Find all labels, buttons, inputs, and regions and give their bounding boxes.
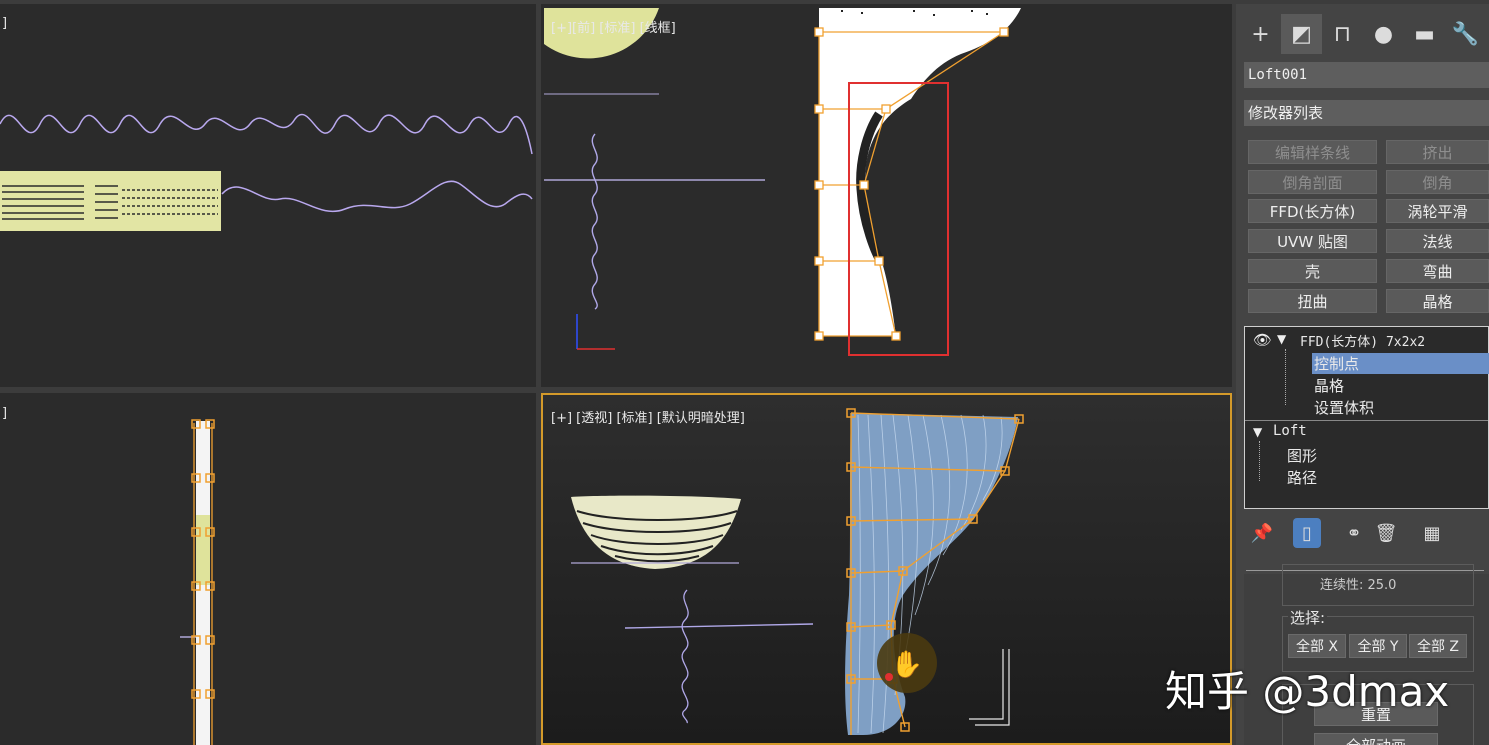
motion-icon[interactable]: ● [1363,14,1404,54]
tree-connector [1259,441,1286,481]
command-panel-tabs: + ◩ ⊓ ● ▬ 🔧 [1240,14,1489,54]
viewport-front[interactable]: [+][前] [标准] [线框] [541,4,1232,387]
eye-icon[interactable]: 👁 [1253,331,1272,349]
select-group-title: 选择: [1288,607,1328,628]
stack-divider [1245,420,1488,421]
configure-modifier-sets-icon[interactable]: ▦ [1418,518,1446,548]
show-end-result-icon[interactable]: ▯ [1293,518,1321,548]
perspective-scene: ✋ [571,408,1024,735]
modifier-button-twist[interactable]: 扭曲 [1248,289,1377,313]
remove-modifier-trash-icon[interactable]: 🗑 [1372,518,1400,548]
modifier-button-turbosmooth[interactable]: 涡轮平滑 [1386,199,1489,223]
viewport-perspective[interactable]: [+] [透视] [标准] [默认明暗处理] ✋ [541,393,1232,745]
watermark: 知乎 @3dmax [1165,667,1450,716]
expand-triangle-icon[interactable]: ▼ [1253,425,1262,439]
modify-icon[interactable]: ◩ [1281,14,1322,54]
utilities-wrench-icon[interactable]: 🔧 [1445,14,1486,54]
modifier-list-dropdown[interactable]: 修改器列表 [1244,100,1489,126]
stack-item-loft[interactable]: Loft [1273,423,1307,439]
modifier-button-ffd-box[interactable]: FFD(长方体) [1248,199,1377,223]
select-all-z-button[interactable]: 全部 Z [1409,634,1467,658]
viewport-top-left[interactable]: ] [0,4,536,387]
tree-connector [1285,349,1312,405]
viewport-label[interactable]: [+][前] [标准] [线框] [551,17,676,36]
create-plus-icon[interactable]: + [1240,14,1281,54]
modifier-button-shell[interactable]: 壳 [1248,259,1377,283]
stack-item-ffd[interactable]: FFD(长方体) 7x2x2 [1300,331,1425,350]
modifier-button-extrude[interactable]: 挤出 [1386,140,1489,164]
viewport-left[interactable]: ] [0,393,536,745]
modifier-button-bevel-profile[interactable]: 倒角剖面 [1248,170,1377,194]
pin-stack-icon[interactable]: 📌 [1248,518,1276,548]
animate-all-button[interactable]: 全部动画 [1314,733,1438,745]
modifier-button-uvw-map[interactable]: UVW 贴图 [1248,229,1377,253]
expand-triangle-icon[interactable]: ▼ [1277,332,1286,346]
select-all-x-button[interactable]: 全部 X [1288,634,1346,658]
select-all-y-button[interactable]: 全部 Y [1349,634,1407,658]
modifier-button-bend[interactable]: 弯曲 [1386,259,1489,283]
stack-item-set-volume[interactable]: 设置体积 [1314,397,1374,418]
modifier-stack: 👁 ▼ FFD(长方体) 7x2x2 控制点 晶格 设置体积 ▼ Loft 图形… [1244,326,1489,509]
hand-cursor-icon: ✋ [891,649,923,680]
wave-curves [0,113,533,231]
stack-item-control-points[interactable]: 控制点 [1312,353,1489,374]
make-unique-icon[interactable]: ⚭ [1340,518,1368,548]
modifier-button-bevel[interactable]: 倒角 [1386,170,1489,194]
object-name-field[interactable]: Loft001 [1244,62,1489,88]
hierarchy-icon[interactable]: ⊓ [1322,14,1363,54]
modifier-button-normal[interactable]: 法线 [1386,229,1489,253]
stack-item-path[interactable]: 路径 [1287,467,1317,488]
front-view-scene [544,8,1021,356]
stack-item-lattice[interactable]: 晶格 [1314,375,1344,396]
command-panel: + ◩ ⊓ ● ▬ 🔧 Loft001 修改器列表 编辑样条线 挤出 倒角剖面 … [1236,4,1489,745]
modifier-button-lattice[interactable]: 晶格 [1386,289,1489,313]
side-view-scene [180,419,215,745]
continuity-label: 连续性: 25.0 [1320,578,1397,593]
modifier-button-edit-spline[interactable]: 编辑样条线 [1248,140,1377,164]
stack-item-shape[interactable]: 图形 [1287,445,1317,466]
display-icon[interactable]: ▬ [1404,14,1445,54]
